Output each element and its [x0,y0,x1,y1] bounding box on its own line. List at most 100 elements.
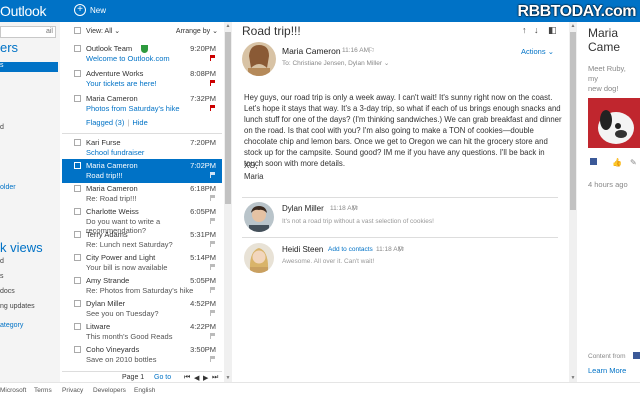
item-checkbox[interactable] [74,162,81,169]
search-input[interactable]: ail [0,26,56,38]
last-page-icon[interactable]: ⏭ [212,374,218,382]
learn-more-link[interactable]: Learn More [588,366,626,375]
view-filter[interactable]: View: All ⌄ [86,27,120,35]
item-checkbox[interactable] [74,346,81,353]
item-checkbox[interactable] [74,323,81,330]
flag-icon[interactable] [210,264,215,270]
reply-item[interactable]: Heidi Steen Add to contacts 11:18 AM ⚐ A… [242,237,558,277]
actions-menu[interactable]: Actions ⌄ [521,47,554,56]
brand-logo[interactable]: Outlook [0,3,46,19]
flagged-link[interactable]: Flagged (3) [86,118,124,127]
item-checkbox[interactable] [74,254,81,261]
contact-name-first[interactable]: Maria [588,26,618,40]
next-page-icon[interactable]: ▶ [203,374,208,382]
flag-icon[interactable] [210,287,215,293]
list-item[interactable]: Dylan Miller 4:52PM See you on Tuesday? [62,297,222,321]
list-item[interactable]: Maria Cameron 7:32PM Photos from Saturda… [62,92,222,116]
footer-privacy[interactable]: Privacy [62,387,83,394]
list-item[interactable]: Outlook Team 9:20PM Welcome to Outlook.c… [62,42,222,66]
new-folder-link[interactable]: older [0,184,16,191]
item-checkbox[interactable] [74,95,81,102]
goto-link[interactable]: Go to [154,374,171,381]
scroll-down-icon[interactable]: ▼ [224,375,232,381]
item-checkbox[interactable] [74,45,81,52]
scrollbar-thumb[interactable] [225,32,231,204]
chevron-down-icon[interactable]: ⌄ [384,60,389,67]
first-page-icon[interactable]: ⏮ [184,374,190,382]
item-checkbox[interactable] [74,185,81,192]
flag-icon[interactable] [210,195,215,201]
comment-icon[interactable]: ✎ [630,158,637,167]
like-icon[interactable]: 👍 [612,158,622,167]
flag-icon[interactable] [210,105,215,111]
avatar[interactable] [244,243,274,273]
reply-sender[interactable]: Heidi Steen [282,245,323,254]
add-to-contacts-link[interactable]: Add to contacts [328,246,373,253]
scroll-up-icon[interactable]: ▲ [224,23,232,29]
new-category-link[interactable]: ategory [0,322,23,329]
flag-icon[interactable] [210,356,215,362]
folder-item[interactable]: d [0,124,4,131]
item-time: 7:20PM [190,138,216,147]
flag-icon[interactable] [210,310,215,316]
flag-icon[interactable]: ⚐ [352,204,359,213]
scroll-up-icon[interactable]: ▲ [569,23,577,29]
prev-page-icon[interactable]: ◀ [194,374,199,382]
flag-icon[interactable] [210,172,215,178]
footer-microsoft[interactable]: Microsoft [0,387,26,394]
arrow-down-icon[interactable]: ↓ [534,25,539,35]
list-item[interactable]: Amy Strande 5:05PM Re: Photos from Satur… [62,274,222,298]
avatar[interactable] [244,202,274,232]
arrange-by[interactable]: Arrange by ⌄ [176,27,218,35]
popout-icon[interactable]: ◧ [548,25,557,36]
arrow-up-icon[interactable]: ↑ [522,25,527,35]
list-item[interactable]: Coho Vineyards 3:50PM Save on 2010 bottl… [62,343,222,367]
list-scrollbar[interactable]: ▲ ▼ [224,22,232,382]
list-item[interactable]: Litware 4:22PM This month's Good Reads [62,320,222,344]
scroll-down-icon[interactable]: ▼ [569,375,577,381]
item-checkbox[interactable] [74,231,81,238]
select-all-checkbox[interactable] [74,27,81,34]
quick-view-item[interactable]: d [0,258,4,265]
list-item-selected[interactable]: Maria Cameron 7:02PM Road trip!!! [62,159,222,183]
item-checkbox[interactable] [74,139,81,146]
item-checkbox[interactable] [74,300,81,307]
folders-heading[interactable]: ers [0,40,18,55]
item-checkbox[interactable] [74,70,81,77]
quick-views-heading[interactable]: k views [0,240,43,255]
folder-item-inbox[interactable]: s [0,62,58,72]
flag-icon[interactable] [210,80,215,86]
flag-icon[interactable]: ⚐ [398,245,405,254]
recipients: To: Christiane Jensen, Dylan Miller ⌄ [282,59,389,67]
footer-terms[interactable]: Terms [34,387,52,394]
scrollbar-thumb[interactable] [570,32,576,210]
facebook-icon[interactable] [590,158,597,165]
flag-icon[interactable]: ⚐ [368,46,375,55]
list-item[interactable]: Maria Cameron 6:18PM Re: Road trip!!! [62,182,222,206]
item-checkbox[interactable] [74,208,81,215]
list-item[interactable]: Terry Adams 5:31PM Re: Lunch next Saturd… [62,228,222,252]
list-item[interactable]: Charlotte Weiss 6:05PM Do you want to wr… [62,205,222,235]
list-item[interactable]: City Power and Light 5:14PM Your bill is… [62,251,222,275]
reading-scrollbar[interactable]: ▲ ▼ [569,22,577,382]
quick-view-shipping-updates[interactable]: ng updates [0,303,35,310]
footer-developers[interactable]: Developers [93,387,126,394]
flag-icon[interactable] [210,218,215,224]
avatar[interactable] [242,42,276,76]
hide-link[interactable]: Hide [132,118,147,127]
sender-name[interactable]: Maria Cameron [282,46,341,56]
flag-icon[interactable] [210,333,215,339]
footer-language[interactable]: English [134,387,155,394]
list-item[interactable]: Kari Furse 7:20PM School fundraiser [62,136,222,160]
reply-item[interactable]: Dylan Miller 11:18 AM ⚐ It's not a road … [242,197,558,237]
quick-view-documents[interactable]: docs [0,288,15,295]
flag-icon[interactable] [210,55,215,61]
new-message-button[interactable]: + New [74,4,106,16]
quick-view-item[interactable]: s [0,273,4,280]
flag-icon[interactable] [210,241,215,247]
status-photo[interactable] [588,98,640,148]
item-checkbox[interactable] [74,277,81,284]
reply-sender[interactable]: Dylan Miller [282,204,324,213]
list-item[interactable]: Adventure Works 8:08PM Your tickets are … [62,67,222,91]
contact-name-last[interactable]: Came [588,40,620,54]
